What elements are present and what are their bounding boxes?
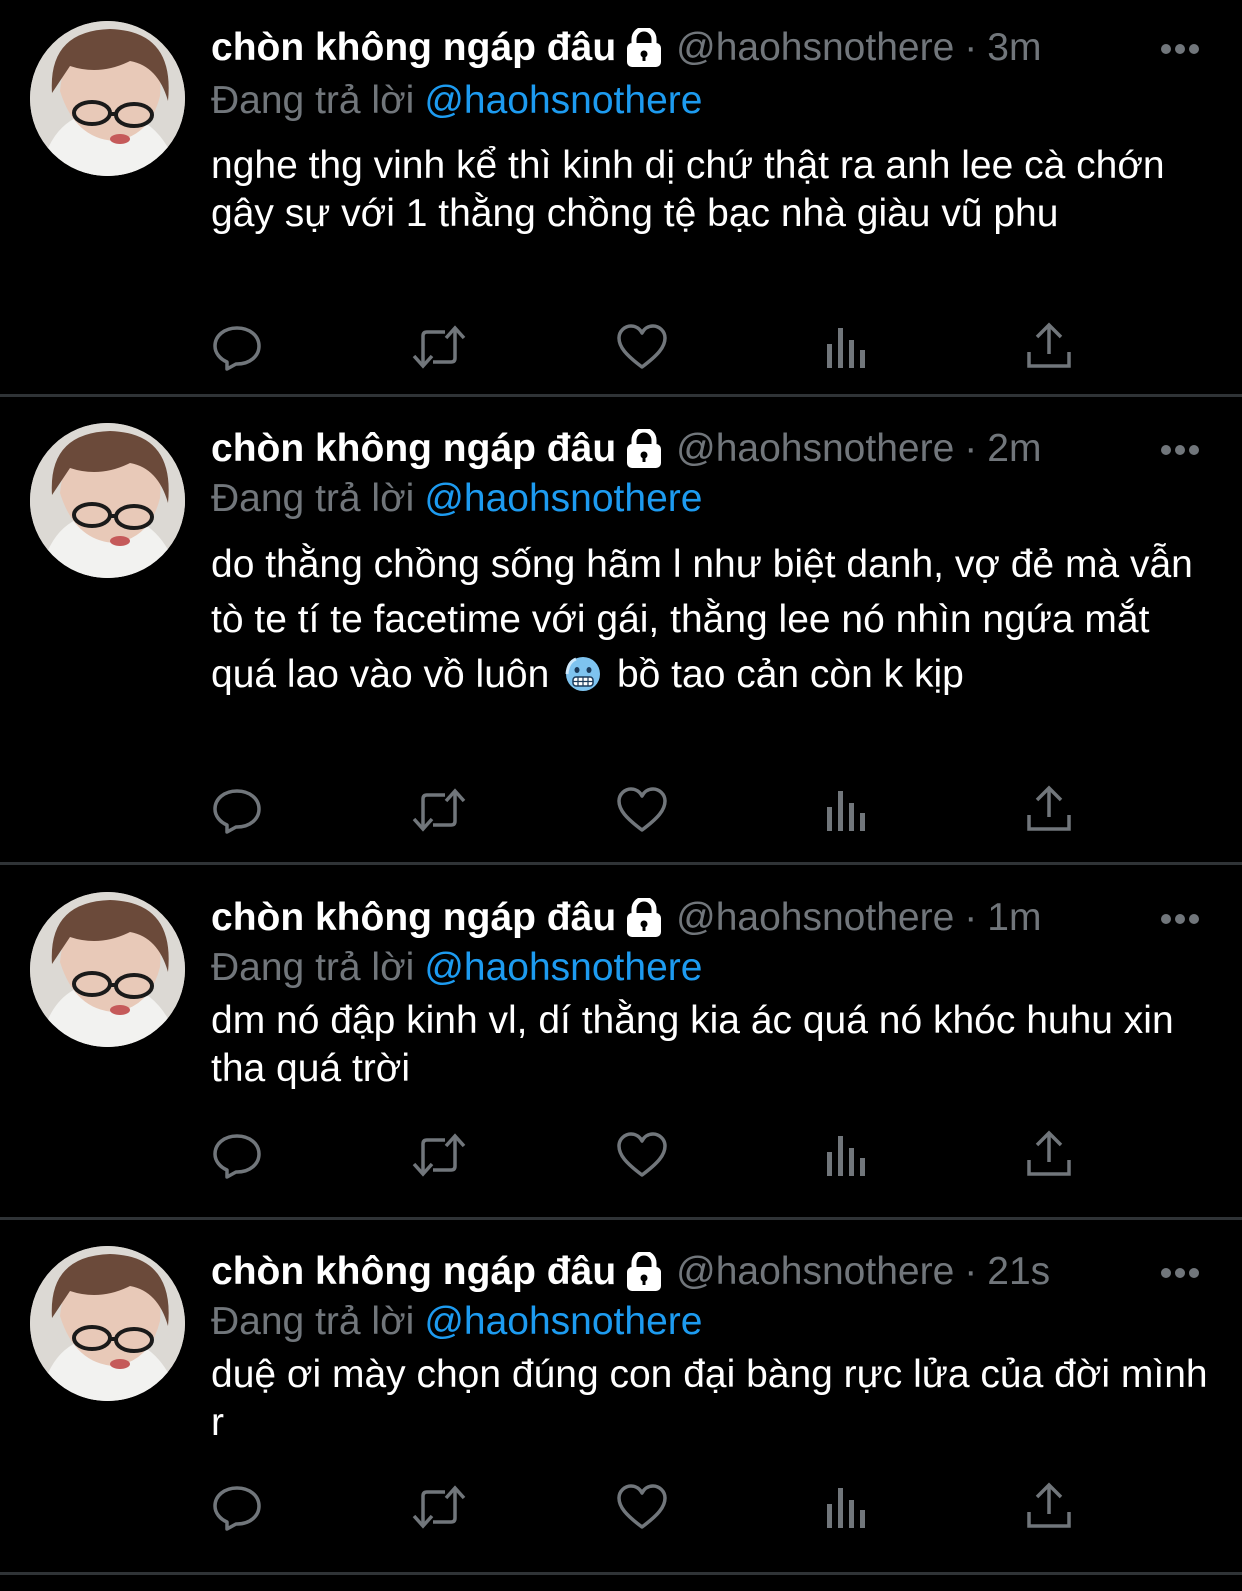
replying-prefix: Đang trả lời — [211, 79, 415, 122]
lock-icon — [626, 427, 662, 469]
tweet-text-part: bồ tao cản còn k kịp — [616, 653, 964, 696]
tweet[interactable]: chòn không ngáp đâu @haohsnothere · 21s … — [0, 1220, 1242, 1572]
user-handle[interactable]: @haohsnothere — [676, 421, 954, 477]
user-handle[interactable]: @haohsnothere — [676, 890, 954, 946]
timestamp[interactable]: 3m — [987, 20, 1041, 76]
divider — [0, 1572, 1242, 1575]
replying-prefix: Đang trả lời — [211, 1300, 415, 1343]
like-icon[interactable] — [616, 785, 668, 835]
user-handle[interactable]: @haohsnothere — [676, 20, 954, 76]
retweet-icon[interactable] — [411, 1130, 466, 1180]
replying-handle-link[interactable]: @haohsnothere — [424, 477, 702, 520]
reply-icon[interactable] — [211, 1482, 263, 1532]
separator-dot: · — [964, 26, 978, 69]
tweet-text: duệ ơi mày chọn đúng con đại bàng rực lử… — [211, 1353, 1208, 1444]
tweet-text: do thằng chồng sống hãm l như biệt danh,… — [211, 537, 1211, 702]
tweet-actions — [211, 322, 1091, 372]
more-options-icon[interactable] — [1160, 443, 1200, 455]
share-icon[interactable] — [1023, 322, 1075, 372]
replying-to: Đang trả lời @haohsnothere — [211, 1296, 702, 1348]
replying-handle-link[interactable]: @haohsnothere — [424, 946, 702, 989]
like-icon[interactable] — [616, 1482, 668, 1532]
more-options-icon[interactable] — [1160, 42, 1200, 54]
separator-dot: · — [964, 1250, 978, 1293]
timestamp[interactable]: 1m — [987, 890, 1041, 946]
replying-prefix: Đang trả lời — [211, 946, 415, 989]
display-name[interactable]: chòn không ngáp đâu — [211, 421, 616, 477]
like-icon[interactable] — [616, 322, 668, 372]
replying-to: Đang trả lời @haohsnothere — [211, 942, 702, 994]
replying-handle-link[interactable]: @haohsnothere — [424, 1300, 702, 1343]
tweet-actions — [211, 1130, 1091, 1180]
tweet-header: chòn không ngáp đâu @haohsnothere · 2m — [211, 421, 1041, 477]
timeline: chòn không ngáp đâu @haohsnothere · 3m Đ… — [0, 0, 1242, 1591]
tweet-actions — [211, 785, 1091, 835]
more-options-icon[interactable] — [1160, 912, 1200, 924]
views-icon[interactable] — [821, 785, 873, 835]
tweet-header: chòn không ngáp đâu @haohsnothere · 21s — [211, 1244, 1050, 1300]
reply-icon[interactable] — [211, 1130, 263, 1180]
lock-icon — [626, 896, 662, 938]
views-icon[interactable] — [821, 322, 873, 372]
replying-prefix: Đang trả lời — [211, 477, 415, 520]
tweet-text: dm nó đập kinh vl, dí thằng kia ác quá n… — [211, 999, 1174, 1090]
avatar[interactable] — [30, 21, 185, 176]
tweet-actions — [211, 1482, 1091, 1532]
avatar[interactable] — [30, 892, 185, 1047]
reply-icon[interactable] — [211, 785, 263, 835]
timestamp[interactable]: 2m — [987, 421, 1041, 477]
share-icon[interactable] — [1023, 785, 1075, 835]
display-name[interactable]: chòn không ngáp đâu — [211, 1244, 616, 1300]
cold-face-emoji — [564, 653, 602, 691]
more-options-icon[interactable] — [1160, 1266, 1200, 1278]
retweet-icon[interactable] — [411, 785, 466, 835]
views-icon[interactable] — [821, 1482, 873, 1532]
avatar[interactable] — [30, 423, 185, 578]
user-handle[interactable]: @haohsnothere — [676, 1244, 954, 1300]
tweet[interactable]: chòn không ngáp đâu @haohsnothere · 2m Đ… — [0, 397, 1242, 862]
tweet-header: chòn không ngáp đâu @haohsnothere · 1m — [211, 890, 1041, 946]
display-name[interactable]: chòn không ngáp đâu — [211, 890, 616, 946]
tweet[interactable]: chòn không ngáp đâu @haohsnothere · 3m Đ… — [0, 0, 1242, 395]
replying-to: Đang trả lời @haohsnothere — [211, 75, 702, 127]
separator-dot: · — [964, 427, 978, 470]
share-icon[interactable] — [1023, 1130, 1075, 1180]
retweet-icon[interactable] — [411, 322, 466, 372]
views-icon[interactable] — [821, 1130, 873, 1180]
separator-dot: · — [964, 896, 978, 939]
tweet[interactable]: chòn không ngáp đâu @haohsnothere · 1m Đ… — [0, 865, 1242, 1217]
display-name[interactable]: chòn không ngáp đâu — [211, 20, 616, 76]
lock-icon — [626, 26, 662, 68]
reply-icon[interactable] — [211, 322, 263, 372]
avatar[interactable] — [30, 1246, 185, 1401]
lock-icon — [626, 1250, 662, 1292]
like-icon[interactable] — [616, 1130, 668, 1180]
retweet-icon[interactable] — [411, 1482, 466, 1532]
tweet-header: chòn không ngáp đâu @haohsnothere · 3m — [211, 20, 1041, 76]
timestamp[interactable]: 21s — [987, 1244, 1050, 1300]
share-icon[interactable] — [1023, 1482, 1075, 1532]
replying-to: Đang trả lời @haohsnothere — [211, 473, 702, 525]
replying-handle-link[interactable]: @haohsnothere — [424, 79, 702, 122]
tweet-text: nghe thg vinh kể thì kinh dị chứ thật ra… — [211, 144, 1165, 235]
